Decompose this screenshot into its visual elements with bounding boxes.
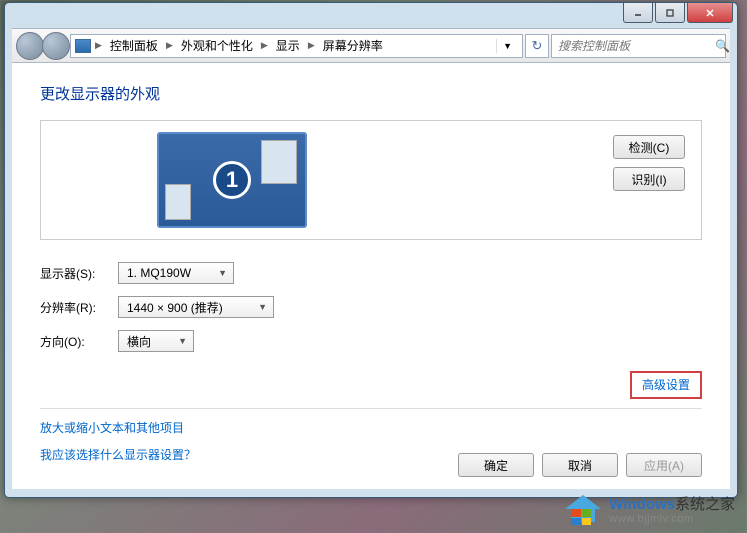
control-panel-icon bbox=[75, 39, 91, 53]
page-title: 更改显示器的外观 bbox=[40, 83, 702, 104]
back-button[interactable] bbox=[16, 32, 44, 60]
chevron-down-icon: ▼ bbox=[248, 302, 267, 312]
watermark-url: www.bjjmlv.com bbox=[609, 513, 735, 525]
identify-button[interactable]: 识别(I) bbox=[613, 167, 685, 191]
refresh-button[interactable]: ↻ bbox=[525, 34, 549, 58]
monitor-thumb-icon bbox=[261, 140, 297, 184]
content-area: 更改显示器的外观 1 检测(C) 识别(I) 显示器(S): 1. MQ190W… bbox=[12, 63, 730, 489]
monitor-preview[interactable]: 1 bbox=[157, 132, 307, 228]
breadcrumb-item[interactable]: 屏幕分辨率 bbox=[319, 35, 387, 56]
cancel-button[interactable]: 取消 bbox=[542, 453, 618, 477]
detect-button[interactable]: 检测(C) bbox=[613, 135, 685, 159]
monitor-number: 1 bbox=[213, 161, 251, 199]
close-button[interactable] bbox=[687, 3, 733, 23]
resolution-label: 分辨率(R): bbox=[40, 299, 118, 316]
toolbar: ▶ 控制面板 ▶ 外观和个性化 ▶ 显示 ▶ 屏幕分辨率 ▼ ↻ 🔍 bbox=[12, 28, 730, 63]
chevron-right-icon[interactable]: ▶ bbox=[93, 40, 104, 51]
resolution-dropdown[interactable]: 1440 × 900 (推荐) ▼ bbox=[118, 296, 274, 318]
breadcrumb-item[interactable]: 控制面板 bbox=[106, 35, 162, 56]
monitor-preview-box: 1 检测(C) 识别(I) bbox=[40, 120, 702, 240]
forward-button[interactable] bbox=[42, 32, 70, 60]
chevron-right-icon[interactable]: ▶ bbox=[306, 40, 317, 51]
search-input[interactable] bbox=[558, 39, 715, 53]
monitor-thumb-icon bbox=[165, 184, 191, 220]
chevron-right-icon[interactable]: ▶ bbox=[164, 40, 175, 51]
resolution-value: 1440 × 900 (推荐) bbox=[127, 299, 223, 316]
ok-button[interactable]: 确定 bbox=[458, 453, 534, 477]
display-label: 显示器(S): bbox=[40, 265, 118, 282]
watermark-brand: Windows系统之家 bbox=[609, 497, 735, 514]
control-panel-window: ▶ 控制面板 ▶ 外观和个性化 ▶ 显示 ▶ 屏幕分辨率 ▼ ↻ 🔍 更改显示器… bbox=[4, 2, 738, 498]
chevron-down-icon: ▼ bbox=[168, 336, 187, 346]
maximize-button[interactable] bbox=[655, 3, 685, 23]
orientation-dropdown[interactable]: 横向 ▼ bbox=[118, 330, 194, 352]
orientation-label: 方向(O): bbox=[40, 333, 118, 350]
orientation-value: 横向 bbox=[127, 333, 151, 350]
titlebar bbox=[5, 3, 737, 28]
display-dropdown[interactable]: 1. MQ190W ▼ bbox=[118, 262, 234, 284]
watermark: Windows系统之家 www.bjjmlv.com bbox=[563, 493, 735, 529]
chevron-right-icon[interactable]: ▶ bbox=[259, 40, 270, 51]
minimize-button[interactable] bbox=[623, 3, 653, 23]
divider bbox=[40, 408, 702, 409]
chevron-down-icon: ▼ bbox=[208, 268, 227, 278]
breadcrumb-item[interactable]: 外观和个性化 bbox=[177, 35, 257, 56]
resize-text-link[interactable]: 放大或缩小文本和其他项目 bbox=[40, 419, 702, 436]
address-dropdown[interactable]: ▼ bbox=[496, 39, 518, 53]
watermark-logo-icon bbox=[563, 493, 603, 529]
apply-button[interactable]: 应用(A) bbox=[626, 453, 702, 477]
breadcrumb-item[interactable]: 显示 bbox=[272, 35, 304, 56]
address-bar[interactable]: ▶ 控制面板 ▶ 外观和个性化 ▶ 显示 ▶ 屏幕分辨率 ▼ bbox=[70, 34, 523, 58]
search-icon: 🔍 bbox=[715, 39, 730, 53]
search-box[interactable]: 🔍 bbox=[551, 34, 726, 58]
advanced-settings-link[interactable]: 高级设置 bbox=[630, 371, 702, 399]
display-value: 1. MQ190W bbox=[127, 266, 191, 280]
